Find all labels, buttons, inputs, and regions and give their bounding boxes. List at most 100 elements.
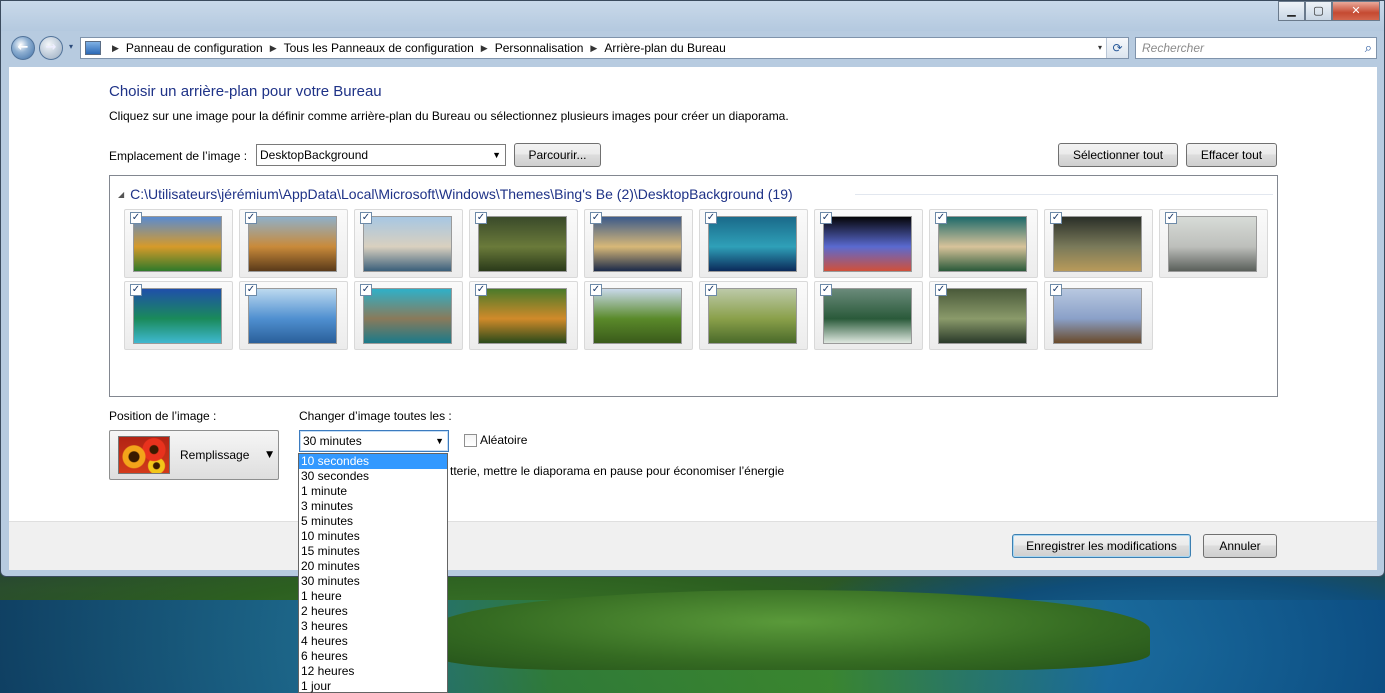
save-button[interactable]: Enregistrer les modifications xyxy=(1012,534,1191,558)
thumbnail-checkbox[interactable]: ✓ xyxy=(360,212,372,224)
thumbnail-item[interactable]: ✓ xyxy=(354,281,463,350)
interval-option[interactable]: 5 minutes xyxy=(299,514,447,529)
thumbnail-item[interactable]: ✓ xyxy=(584,209,693,278)
thumbnail-item[interactable]: ✓ xyxy=(1044,209,1153,278)
window-controls: ▁ ▢ ✕ xyxy=(1278,1,1380,23)
address-bar[interactable]: ▶ Panneau de configuration ▶ Tous les Pa… xyxy=(80,37,1129,59)
maximize-button[interactable]: ▢ xyxy=(1305,1,1332,21)
breadcrumb-separator-icon[interactable]: ▶ xyxy=(112,43,119,54)
search-placeholder: Rechercher xyxy=(1142,41,1205,55)
position-preview-icon xyxy=(118,436,170,474)
thumbnail-item[interactable]: ✓ xyxy=(814,281,923,350)
thumbnail-checkbox[interactable]: ✓ xyxy=(705,212,717,224)
thumbnail-storm xyxy=(1053,216,1142,272)
thumbnail-hills xyxy=(133,216,222,272)
interval-dropdown-list: 10 secondes 30 secondes 1 minute 3 minutes 5… xyxy=(298,453,448,693)
interval-combobox[interactable]: 30 minutes ▼ xyxy=(299,430,449,452)
thumbnail-item[interactable]: ✓ xyxy=(814,209,923,278)
refresh-button[interactable]: ⟳ xyxy=(1106,38,1128,58)
search-input[interactable]: Rechercher ⌕ xyxy=(1135,37,1377,59)
thumbnail-checkbox[interactable]: ✓ xyxy=(590,212,602,224)
thumbnail-checkbox[interactable]: ✓ xyxy=(820,284,832,296)
group-divider xyxy=(855,194,1273,195)
thumbnail-item[interactable]: ✓ xyxy=(124,209,233,278)
interval-option[interactable]: 15 minutes xyxy=(299,544,447,559)
thumbnail-checkbox[interactable]: ✓ xyxy=(130,284,142,296)
thumbnail-item[interactable]: ✓ xyxy=(699,281,808,350)
thumbnail-checkbox[interactable]: ✓ xyxy=(475,212,487,224)
thumbnail-item[interactable]: ✓ xyxy=(469,209,578,278)
interval-option[interactable]: 1 jour xyxy=(299,679,447,693)
group-header[interactable]: ◢ C:\Utilisateurs\jérémium\AppData\Local… xyxy=(118,185,793,203)
interval-option[interactable]: 20 minutes xyxy=(299,559,447,574)
thumbnail-checkbox[interactable]: ✓ xyxy=(1050,284,1062,296)
thumbnail-item[interactable]: ✓ xyxy=(929,209,1038,278)
location-combobox[interactable]: DesktopBackground ▼ xyxy=(256,144,506,166)
thumbnail-item[interactable]: ✓ xyxy=(1044,281,1153,350)
thumbnail-checkbox[interactable]: ✓ xyxy=(1165,212,1177,224)
thumbnail-item[interactable]: ✓ xyxy=(584,281,693,350)
breadcrumb-separator-icon[interactable]: ▶ xyxy=(270,43,277,54)
thumbnail-valley xyxy=(938,288,1027,344)
interval-option[interactable]: 10 secondes xyxy=(299,454,447,469)
forward-button[interactable]: → xyxy=(39,36,63,60)
interval-option[interactable]: 30 secondes xyxy=(299,469,447,484)
thumbnail-checkbox[interactable]: ✓ xyxy=(1050,212,1062,224)
back-button[interactable]: ← xyxy=(11,36,35,60)
thumbnail-checkbox[interactable]: ✓ xyxy=(935,284,947,296)
thumbnail-item[interactable]: ✓ xyxy=(239,281,348,350)
breadcrumb-item-desktop-background[interactable]: Arrière-plan du Bureau xyxy=(604,41,725,55)
breadcrumb-separator-icon[interactable]: ▶ xyxy=(590,43,597,54)
title-bar: ▁ ▢ ✕ xyxy=(1,1,1384,31)
interval-option[interactable]: 10 minutes xyxy=(299,529,447,544)
clear-all-button[interactable]: Effacer tout xyxy=(1186,143,1277,167)
interval-option[interactable]: 4 heures xyxy=(299,634,447,649)
thumbnail-item[interactable]: ✓ xyxy=(124,281,233,350)
thumbnail-item[interactable]: ✓ xyxy=(354,209,463,278)
shuffle-checkbox[interactable] xyxy=(464,434,477,447)
close-button[interactable]: ✕ xyxy=(1332,1,1380,21)
thumbnail-item[interactable]: ✓ xyxy=(239,209,348,278)
address-dropdown-icon[interactable]: ▾ xyxy=(1098,43,1102,52)
thumbnail-item[interactable]: ✓ xyxy=(699,209,808,278)
breadcrumb-item-personalization[interactable]: Personnalisation xyxy=(495,41,584,55)
cancel-button[interactable]: Annuler xyxy=(1203,534,1277,558)
collapse-icon[interactable]: ◢ xyxy=(118,190,124,199)
thumbnail-checkbox[interactable]: ✓ xyxy=(245,212,257,224)
search-icon[interactable]: ⌕ xyxy=(1365,38,1372,58)
thumbnail-item[interactable]: ✓ xyxy=(929,281,1038,350)
position-picker[interactable]: Remplissage ▼ xyxy=(109,430,279,480)
thumbnail-checkbox[interactable]: ✓ xyxy=(475,284,487,296)
breadcrumb-separator-icon[interactable]: ▶ xyxy=(481,43,488,54)
interval-option[interactable]: 12 heures xyxy=(299,664,447,679)
breadcrumb-item-control-panel[interactable]: Panneau de configuration xyxy=(126,41,263,55)
interval-option[interactable]: 3 heures xyxy=(299,619,447,634)
thumbnail-checkbox[interactable]: ✓ xyxy=(590,284,602,296)
thumbnail-grid: ✓ ✓ ✓ ✓ ✓ ✓ ✓ ✓ ✓ ✓ ✓ ✓ ✓ ✓ ✓ ✓ ✓ ✓ ✓ xyxy=(124,209,1274,350)
minimize-button[interactable]: ▁ xyxy=(1278,1,1305,21)
thumbnail-checkbox[interactable]: ✓ xyxy=(820,212,832,224)
thumbnail-checkbox[interactable]: ✓ xyxy=(130,212,142,224)
thumbnail-checkbox[interactable]: ✓ xyxy=(360,284,372,296)
battery-pause-label: tterie, mettre le diaporama en pause pou… xyxy=(450,464,785,478)
select-all-button[interactable]: Sélectionner tout xyxy=(1058,143,1178,167)
recent-pages-dropdown-icon[interactable]: ▾ xyxy=(69,42,73,51)
browse-button[interactable]: Parcourir... xyxy=(514,143,601,167)
breadcrumb-item-all-panels[interactable]: Tous les Panneaux de configuration xyxy=(284,41,474,55)
interval-option[interactable]: 3 minutes xyxy=(299,499,447,514)
interval-option[interactable]: 1 minute xyxy=(299,484,447,499)
thumbnail-item[interactable]: ✓ xyxy=(1159,209,1268,278)
wallpaper-island xyxy=(430,590,1150,670)
location-value: DesktopBackground xyxy=(260,148,369,162)
thumbnail-checkbox[interactable]: ✓ xyxy=(705,284,717,296)
interval-option[interactable]: 6 heures xyxy=(299,649,447,664)
thumbnail-checkbox[interactable]: ✓ xyxy=(935,212,947,224)
thumbnail-item[interactable]: ✓ xyxy=(469,281,578,350)
group-path: C:\Utilisateurs\jérémium\AppData\Local\M… xyxy=(130,186,793,202)
interval-option[interactable]: 1 heure xyxy=(299,589,447,604)
thumbnail-blue-hole xyxy=(708,216,797,272)
interval-option[interactable]: 2 heures xyxy=(299,604,447,619)
thumbnail-checkbox[interactable]: ✓ xyxy=(245,284,257,296)
page-subtitle: Cliquez sur une image pour la définir co… xyxy=(109,109,789,123)
interval-option[interactable]: 30 minutes xyxy=(299,574,447,589)
